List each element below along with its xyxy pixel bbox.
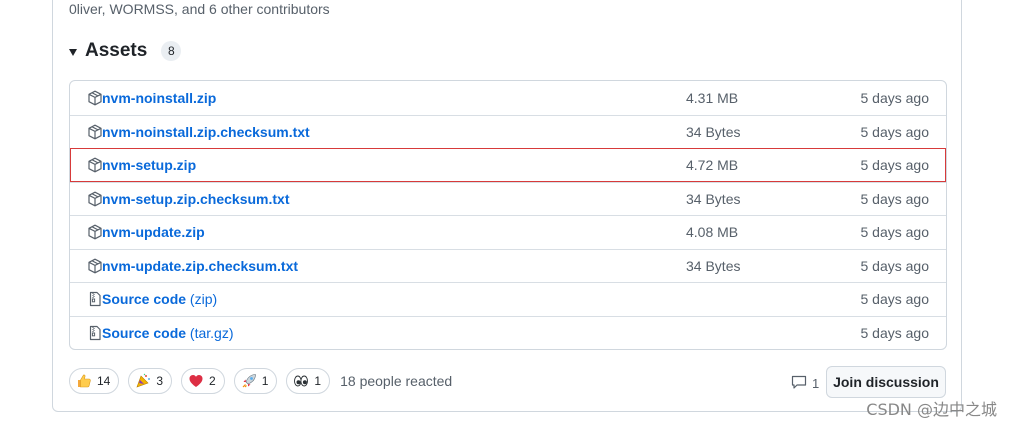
asset-date: 5 days ago	[860, 257, 930, 274]
package-icon	[87, 157, 103, 173]
reaction-thumbs-up-button[interactable]: 14	[69, 368, 120, 394]
package-icon	[87, 90, 103, 106]
assets-list: nvm-noinstall.zip 4.31 MB 5 days ago nvm…	[69, 80, 947, 350]
asset-date: 5 days ago	[860, 190, 930, 207]
asset-link[interactable]: nvm-noinstall.zip.checksum.txt	[102, 124, 310, 140]
reaction-tada-button[interactable]: 3	[128, 368, 173, 394]
watermark: CSDN @边中之城	[866, 400, 997, 419]
asset-link[interactable]: nvm-update.zip	[102, 224, 205, 240]
asset-row: nvm-noinstall.zip 4.31 MB 5 days ago	[70, 81, 946, 115]
source-code-row: Source code (tar.gz) 5 days ago	[70, 315, 946, 350]
heart-icon	[188, 373, 204, 389]
asset-link[interactable]: nvm-update.zip.checksum.txt	[102, 258, 298, 274]
asset-size: 4.08 MB	[686, 224, 739, 241]
contributors-text: 0liver, WORMSS, and 6 other contributors	[69, 1, 330, 17]
comment-count-value: 1	[812, 376, 820, 391]
package-icon	[87, 191, 103, 207]
asset-row: nvm-update.zip.checksum.txt 34 Bytes 5 d…	[70, 248, 946, 283]
asset-row-highlighted: nvm-setup.zip 4.72 MB 5 days ago	[70, 148, 946, 182]
package-icon	[87, 224, 103, 240]
file-zip-icon	[87, 325, 103, 341]
asset-size: 4.72 MB	[686, 157, 739, 174]
comment-icon	[791, 374, 807, 393]
comment-count[interactable]: 1	[791, 374, 819, 393]
rocket-icon	[241, 373, 257, 389]
asset-row: nvm-update.zip 4.08 MB 5 days ago	[70, 215, 946, 249]
asset-link[interactable]: nvm-noinstall.zip	[102, 90, 216, 106]
asset-link[interactable]: nvm-setup.zip.checksum.txt	[102, 191, 290, 207]
reaction-heart-button[interactable]: 2	[181, 368, 225, 394]
asset-size: 4.31 MB	[686, 89, 739, 106]
reactions-bar: 14 3 2 1 1 18 people reacted	[69, 367, 452, 395]
reaction-count: 1	[314, 374, 322, 388]
source-code-zip-link[interactable]: Source code (zip)	[102, 291, 217, 307]
asset-size: 34 Bytes	[686, 123, 741, 140]
reaction-rocket-button[interactable]: 1	[233, 368, 278, 394]
asset-date: 5 days ago	[860, 291, 930, 308]
asset-date: 5 days ago	[860, 89, 930, 106]
thumbs-up-icon	[76, 373, 92, 389]
asset-date: 5 days ago	[860, 157, 930, 174]
reaction-count: 1	[261, 374, 269, 388]
reaction-eyes-button[interactable]: 1	[286, 368, 331, 394]
eyes-icon	[293, 373, 309, 389]
reaction-count: 2	[209, 374, 216, 388]
reaction-count: 14	[97, 374, 111, 388]
asset-row: nvm-noinstall.zip.checksum.txt 34 Bytes …	[70, 114, 946, 149]
asset-size: 34 Bytes	[686, 257, 741, 274]
assets-toggle[interactable]: Assets 8	[69, 38, 182, 64]
package-icon	[87, 258, 103, 274]
asset-size: 34 Bytes	[686, 190, 741, 207]
source-code-row: Source code (zip) 5 days ago	[70, 282, 946, 316]
join-discussion-button[interactable]: Join discussion	[826, 366, 946, 398]
tada-icon	[135, 373, 151, 389]
asset-date: 5 days ago	[860, 224, 930, 241]
file-zip-icon	[87, 291, 103, 307]
asset-date: 5 days ago	[860, 123, 930, 140]
package-icon	[87, 124, 103, 140]
assets-count-badge: 8	[161, 41, 182, 61]
triangle-down-icon	[69, 48, 77, 56]
asset-link[interactable]: nvm-setup.zip	[102, 157, 196, 173]
reaction-count: 3	[156, 374, 164, 388]
source-code-targz-link[interactable]: Source code (tar.gz)	[102, 325, 234, 341]
asset-row: nvm-setup.zip.checksum.txt 34 Bytes 5 da…	[70, 181, 946, 216]
assets-title: Assets	[85, 40, 148, 61]
reactions-summary: 18 people reacted	[340, 373, 453, 389]
asset-date: 5 days ago	[860, 324, 930, 341]
